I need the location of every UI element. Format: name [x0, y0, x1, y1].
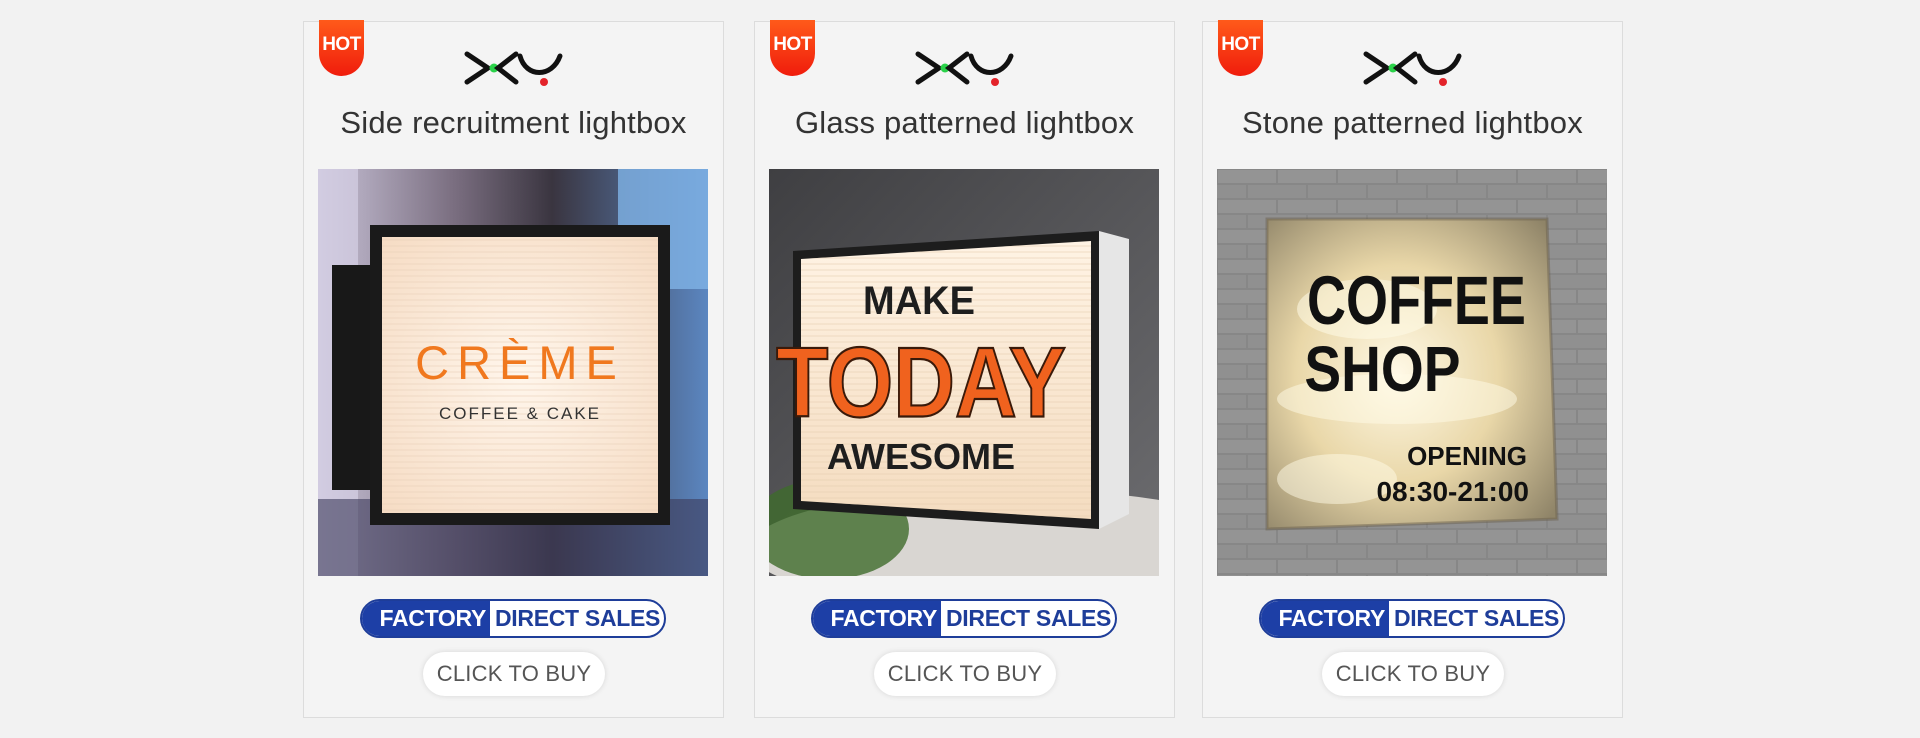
product-photo[interactable]: COFFEE SHOP OPENING 08:30-21:00	[1217, 169, 1607, 576]
sign-text-awesome: AWESOME	[827, 436, 1015, 477]
sign-text-hours: 08:30-21:00	[1376, 476, 1529, 507]
click-to-buy-button[interactable]: CLICK TO BUY	[423, 652, 605, 696]
hot-badge: HOT	[319, 20, 364, 76]
factory-direct-sales-badge: FACTORY DIRECT SALES	[1259, 599, 1565, 638]
badge-direct-sales-text: DIRECT SALES	[495, 605, 661, 631]
product-card: HOT Stone patterned lightbox COFFEE SHOP…	[1202, 20, 1623, 718]
brand-logo	[915, 51, 1014, 86]
product-title: Glass patterned lightbox	[794, 105, 1135, 140]
product-card: HOT Side recruitment lightbox CRÈME COFF…	[303, 20, 724, 718]
badge-factory-text: FACTORY	[813, 601, 941, 636]
product-title: Stone patterned lightbox	[1242, 105, 1583, 140]
hot-badge: HOT	[770, 20, 815, 76]
sign-text-make: MAKE	[863, 279, 975, 323]
factory-direct-sales-badge: FACTORY DIRECT SALES	[811, 599, 1117, 638]
badge-factory-text: FACTORY	[1261, 601, 1389, 636]
sign-text-shop: SHOP	[1304, 333, 1460, 405]
sign-text-sub: COFFEE & CAKE	[439, 404, 601, 423]
brand-logo	[464, 51, 563, 86]
badge-direct-sales-text: DIRECT SALES	[1394, 605, 1560, 631]
product-photo[interactable]: MAKE TODAY AWESOME	[769, 169, 1159, 576]
sign-text-coffee: COFFEE	[1307, 263, 1526, 340]
product-title: Side recruitment lightbox	[340, 105, 687, 140]
brand-logo	[1363, 51, 1462, 86]
sign-text-today: TODAY	[776, 327, 1066, 438]
click-to-buy-button[interactable]: CLICK TO BUY	[874, 652, 1056, 696]
sign-text-creme: CRÈME	[415, 336, 625, 389]
hot-badge: HOT	[1218, 20, 1263, 76]
product-photo[interactable]: CRÈME COFFEE & CAKE	[318, 169, 708, 576]
click-to-buy-button[interactable]: CLICK TO BUY	[1322, 652, 1504, 696]
product-card: HOT Glass patterned lightbox MAKE TODAY …	[754, 20, 1175, 718]
badge-direct-sales-text: DIRECT SALES	[946, 605, 1112, 631]
sign-text-opening: OPENING	[1407, 441, 1527, 471]
factory-direct-sales-badge: FACTORY DIRECT SALES	[360, 599, 666, 638]
badge-factory-text: FACTORY	[362, 601, 490, 636]
